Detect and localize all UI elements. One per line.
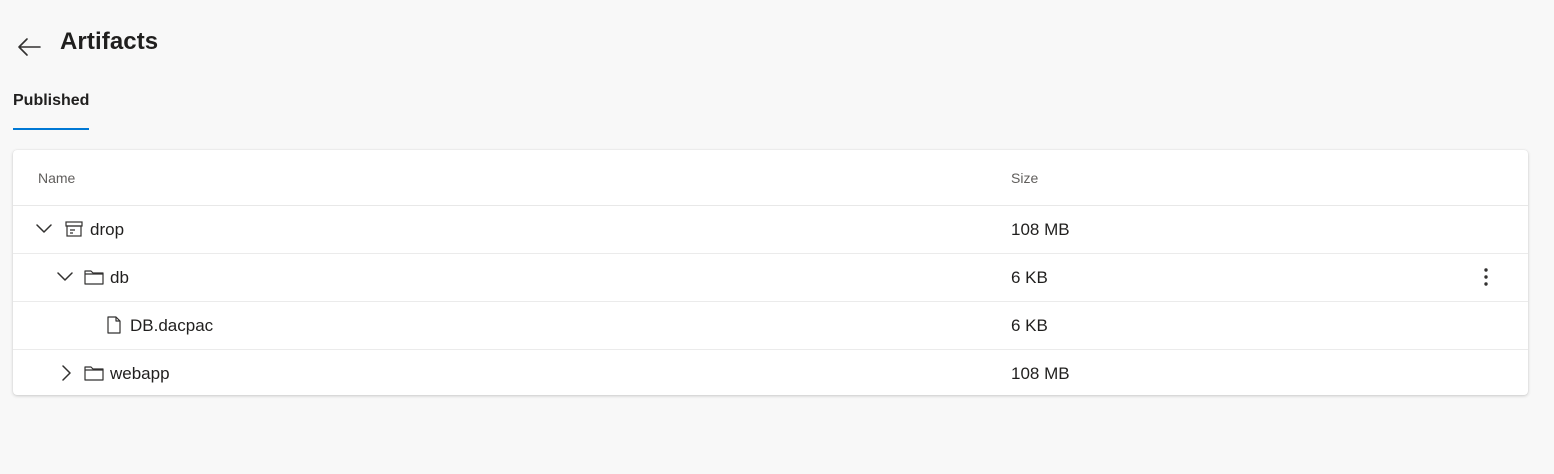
row-name: webapp <box>110 364 170 383</box>
tab-label: Published <box>13 92 90 109</box>
row-name: db <box>110 268 129 287</box>
artifact-icon <box>64 220 84 238</box>
tab-selected-indicator <box>13 128 90 130</box>
row-size: 6 KB <box>1011 316 1048 335</box>
table-row[interactable]: webapp 108 MB <box>13 350 1528 395</box>
column-header-size[interactable]: Size <box>1011 170 1038 186</box>
back-button[interactable] <box>14 32 44 62</box>
chevron-down-icon[interactable] <box>56 268 74 286</box>
table-header: Name Size <box>13 150 1528 206</box>
row-size: 6 KB <box>1011 268 1048 287</box>
page-title: Artifacts <box>60 28 159 55</box>
row-name: drop <box>90 220 125 239</box>
table-row[interactable]: db 6 KB <box>13 254 1528 302</box>
row-size: 108 MB <box>1011 364 1070 383</box>
file-icon <box>104 316 124 334</box>
arrow-left-icon <box>18 38 41 56</box>
row-name: DB.dacpac <box>130 316 214 335</box>
tab-published[interactable]: Published <box>13 84 90 130</box>
row-size: 108 MB <box>1011 220 1070 239</box>
artifacts-table: Name Size drop 108 MB db 6 KB DB.dacpac … <box>13 150 1528 395</box>
chevron-right-icon[interactable] <box>58 364 76 382</box>
more-options-icon[interactable] <box>1473 264 1499 290</box>
folder-icon <box>84 364 104 382</box>
table-row[interactable]: drop 108 MB <box>13 206 1528 254</box>
folder-icon <box>84 268 104 286</box>
column-header-name[interactable]: Name <box>38 170 75 186</box>
table-row[interactable]: DB.dacpac 6 KB <box>13 302 1528 350</box>
chevron-down-icon[interactable] <box>35 220 53 238</box>
page-header: Artifacts <box>0 0 1554 80</box>
tab-bar: Published <box>13 84 90 130</box>
